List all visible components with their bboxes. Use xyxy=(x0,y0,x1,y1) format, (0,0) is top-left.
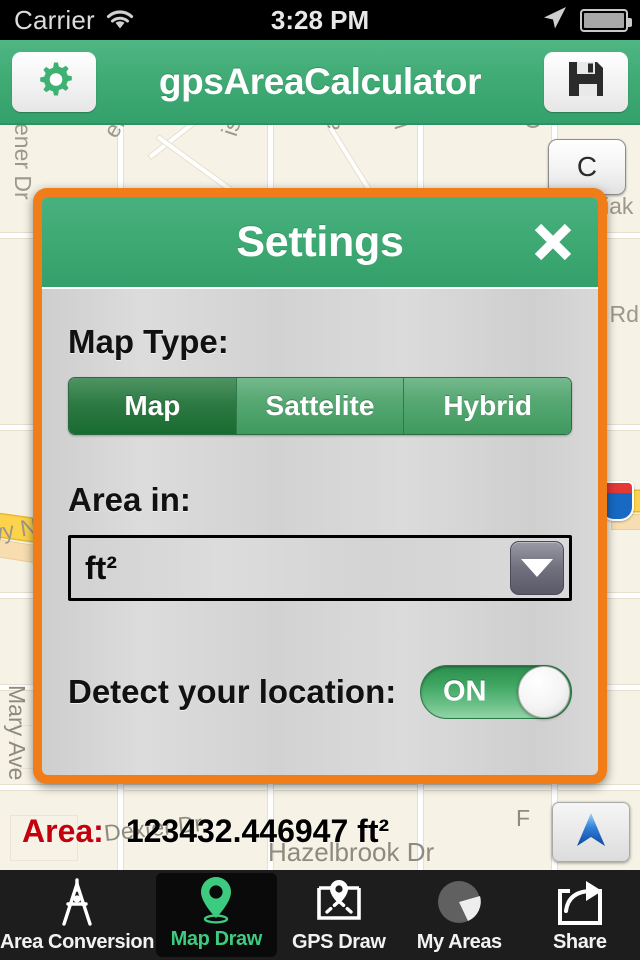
tab-map-draw[interactable]: Map Draw xyxy=(156,873,277,957)
map-pin-icon xyxy=(192,874,240,926)
tab-label: Map Draw xyxy=(170,928,263,950)
settings-modal-inner: Settings Map Type: Map Sattelite Hybrid xyxy=(42,197,598,775)
map-label: ener Dr xyxy=(98,125,160,142)
area-unit-label: Area in: xyxy=(68,481,191,518)
tab-area-conversion[interactable]: Area Conversion xyxy=(0,870,154,960)
page-title: gpsAreaCalculator xyxy=(158,60,482,102)
map-label: isqually xyxy=(216,125,265,139)
map-label: Mary Ave xyxy=(4,685,30,781)
segment-hybrid[interactable]: Hybrid xyxy=(404,378,571,434)
detect-location-label: Detect your location: xyxy=(68,673,397,710)
share-arrow-icon xyxy=(554,877,606,929)
settings-modal-body: Map Type: Map Sattelite Hybrid Area in: … xyxy=(42,289,598,775)
app-root: Carrier 3:28 PM gpsAreaCalculator ener D… xyxy=(0,0,640,960)
map-label: Onta xyxy=(520,125,547,129)
tab-label: GPS Draw xyxy=(292,931,386,953)
gps-map-pin-icon xyxy=(313,877,365,929)
detect-location-row: Detect your location: ON xyxy=(68,665,572,719)
map-label: ener Dr xyxy=(10,125,36,200)
pie-chart-icon xyxy=(434,877,484,929)
settings-modal-title: Settings xyxy=(236,217,404,266)
chevron-down-icon[interactable] xyxy=(510,541,564,595)
battery-icon xyxy=(580,8,632,32)
tab-gps-draw[interactable]: GPS Draw xyxy=(279,870,399,960)
settings-button[interactable] xyxy=(12,51,96,112)
map-label: v Bru xyxy=(386,125,415,130)
map-label: anito xyxy=(318,125,348,131)
status-bar: Carrier 3:28 PM xyxy=(0,0,640,40)
compass-divider-icon xyxy=(53,877,101,929)
status-bar-right xyxy=(540,5,632,36)
map-label: iak xyxy=(604,193,634,219)
navigation-arrow-icon xyxy=(572,810,610,855)
segment-map[interactable]: Map xyxy=(69,378,237,434)
area-unit-select[interactable]: ft² xyxy=(68,535,572,601)
detect-location-toggle[interactable]: ON xyxy=(420,665,572,719)
tab-label: My Areas xyxy=(416,931,502,953)
map-label: F xyxy=(516,805,531,831)
location-arrow-icon xyxy=(540,5,568,36)
tab-label: Share xyxy=(552,931,607,953)
segment-sattelite[interactable]: Sattelite xyxy=(236,378,405,434)
close-x-icon[interactable] xyxy=(530,219,576,265)
tab-label: Area Conversion xyxy=(0,931,155,953)
navigation-bar: gpsAreaCalculator xyxy=(0,40,640,125)
map-block xyxy=(10,815,78,861)
gear-icon xyxy=(32,57,76,106)
clear-button[interactable]: C xyxy=(548,139,626,195)
floppy-disk-save-icon xyxy=(564,57,608,106)
map-road xyxy=(0,785,640,790)
map-type-label: Map Type: xyxy=(68,323,229,360)
map-type-segmented-control[interactable]: Map Sattelite Hybrid xyxy=(68,377,572,435)
toggle-knob xyxy=(518,666,570,718)
map-label: Hazelbrook Dr xyxy=(268,837,435,867)
tab-share[interactable]: Share xyxy=(520,870,640,960)
tab-bar: Area Conversion Map Draw GPS Draw My Are… xyxy=(0,870,640,960)
save-button[interactable] xyxy=(544,51,628,112)
settings-modal: Settings Map Type: Map Sattelite Hybrid xyxy=(33,188,607,784)
detect-location-state: ON xyxy=(443,675,487,708)
settings-modal-header: Settings xyxy=(42,197,598,289)
tab-my-areas[interactable]: My Areas xyxy=(399,870,519,960)
area-unit-value: ft² xyxy=(85,549,117,586)
locate-me-button[interactable] xyxy=(552,802,630,862)
